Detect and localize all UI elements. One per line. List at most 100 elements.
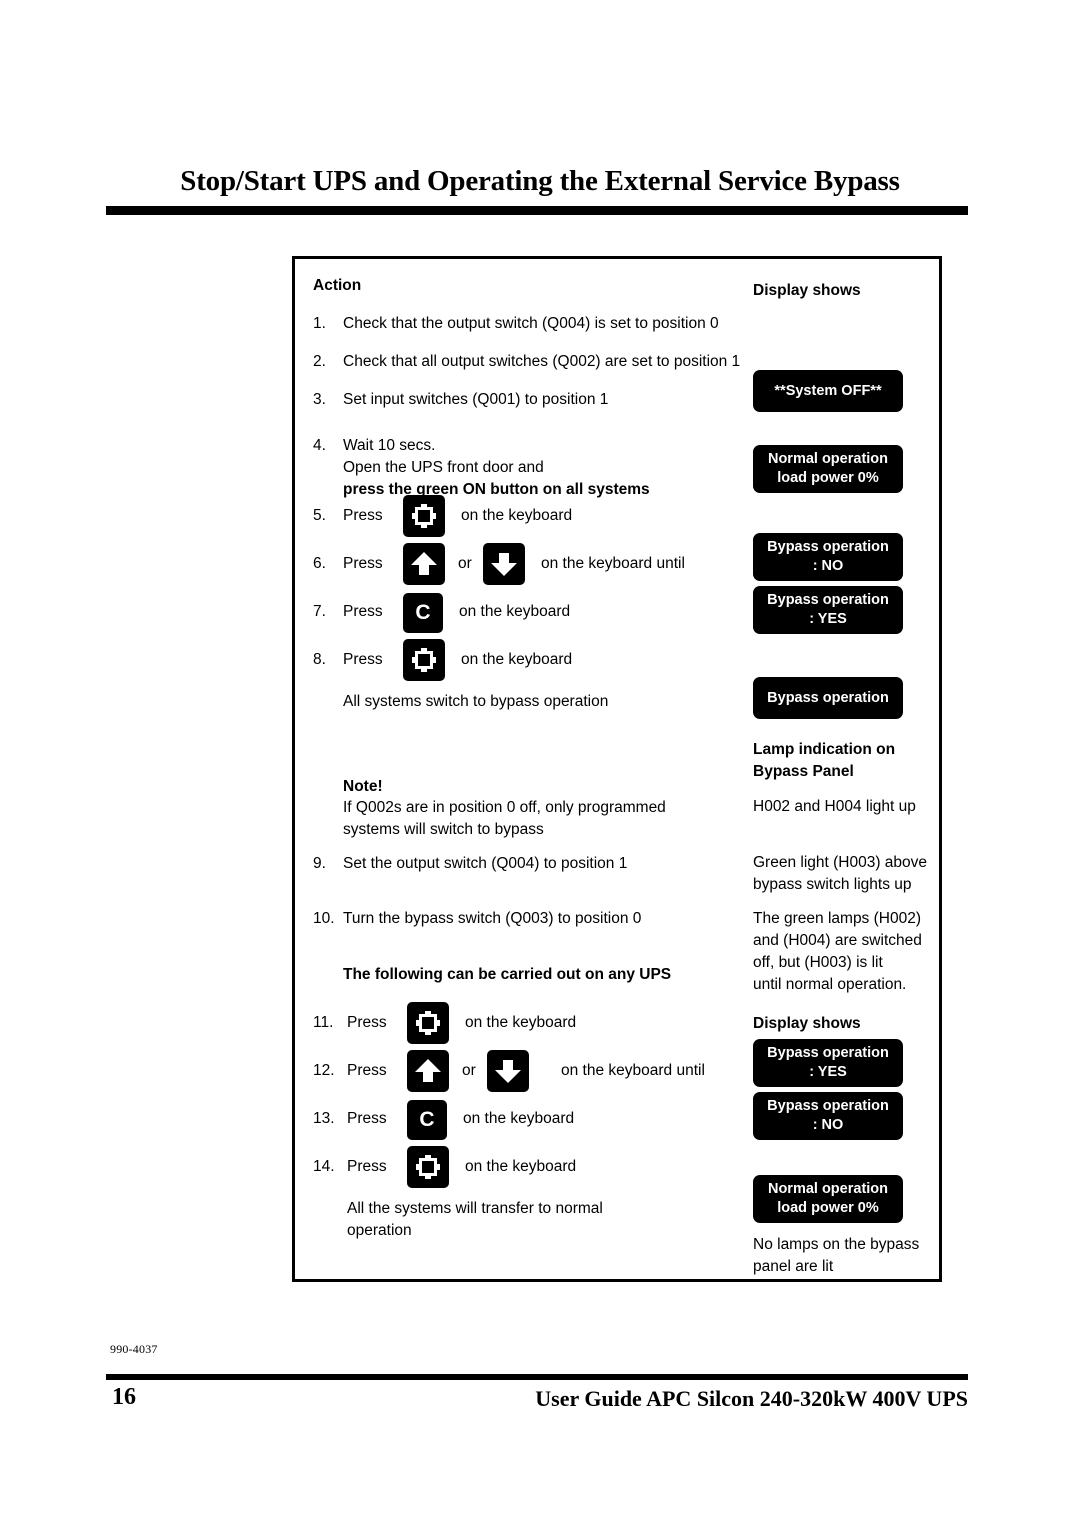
note-line-2: systems will switch to bypass bbox=[343, 821, 544, 838]
down-arrow-key-icon[interactable] bbox=[487, 1050, 529, 1092]
step-row-11: 11. Press on the keyboard bbox=[313, 1002, 733, 1046]
press-label: Press bbox=[343, 651, 383, 668]
down-arrow-glyph bbox=[491, 552, 517, 576]
frame-key-icon[interactable] bbox=[407, 1146, 449, 1188]
keyboard-suffix: on the keyboard until bbox=[541, 555, 685, 572]
display-box-bypass-yes-1: Bypass operation : YES bbox=[753, 586, 903, 634]
c-key-icon[interactable]: C bbox=[407, 1100, 447, 1140]
page-number: 16 bbox=[112, 1384, 136, 1410]
step-number: 14. bbox=[313, 1158, 335, 1175]
display-column-header: Display shows bbox=[753, 282, 861, 299]
note-body: If Q002s are in position 0 off, only pro… bbox=[343, 797, 666, 841]
keyboard-suffix: on the keyboard bbox=[465, 1014, 577, 1031]
press-label: Press bbox=[347, 1062, 387, 1079]
step-number: 7. bbox=[313, 603, 326, 620]
frame-key-icon[interactable] bbox=[407, 1002, 449, 1044]
display-text-line-1: Bypass operation bbox=[767, 1098, 889, 1114]
step-row-14: 14. Press on the keyboard bbox=[313, 1146, 733, 1190]
footer-rule bbox=[106, 1374, 968, 1380]
press-label: Press bbox=[343, 603, 383, 620]
press-label: Press bbox=[347, 1014, 387, 1031]
final-note: All the systems will transfer to normal … bbox=[347, 1198, 603, 1242]
display-box-normal-operation-2: Normal operation load power 0% bbox=[753, 1175, 903, 1223]
display-box-bypass-yes-2: Bypass operation : YES bbox=[753, 1039, 903, 1087]
page-title: Stop/Start UPS and Operating the Externa… bbox=[180, 165, 900, 197]
step-row-6: 6. Press or on the keyboard until bbox=[313, 543, 733, 587]
step-row-13: 13. Press C on the keyboard bbox=[313, 1098, 733, 1142]
frame-glyph bbox=[412, 648, 436, 672]
up-arrow-glyph bbox=[411, 552, 437, 576]
step-text-line-2: Open the UPS front door and bbox=[343, 459, 544, 476]
keyboard-suffix: on the keyboard bbox=[461, 507, 573, 524]
step-text-line-1: Wait 10 secs. bbox=[343, 437, 436, 454]
step-number: 11. bbox=[313, 1014, 334, 1031]
c-key-icon[interactable]: C bbox=[403, 593, 443, 633]
step-number: 10. bbox=[313, 910, 335, 927]
step-number: 4. bbox=[313, 437, 326, 454]
lamp-note-line-2: panel are lit bbox=[753, 1258, 834, 1275]
step-number: 9. bbox=[313, 855, 326, 872]
step-row-12: 12. Press or on the keyboard until bbox=[313, 1050, 733, 1094]
display-text: Bypass operation bbox=[767, 689, 889, 706]
press-label: Press bbox=[343, 507, 383, 524]
frame-key-icon[interactable] bbox=[403, 639, 445, 681]
display-text-line-1: Bypass operation bbox=[767, 539, 889, 555]
display-box-normal-operation-1: Normal operation load power 0% bbox=[753, 445, 903, 493]
step-number: 1. bbox=[313, 315, 326, 332]
frame-glyph bbox=[416, 1155, 440, 1179]
or-label: or bbox=[462, 1062, 476, 1079]
keyboard-suffix: on the keyboard bbox=[463, 1110, 575, 1127]
down-arrow-key-icon[interactable] bbox=[483, 543, 525, 585]
down-arrow-glyph bbox=[495, 1059, 521, 1083]
display-column: Display shows **System OFF** Normal oper… bbox=[753, 259, 941, 1279]
action-column-header: Action bbox=[313, 277, 362, 294]
step-number: 5. bbox=[313, 507, 326, 524]
display-text-line-2: : YES bbox=[809, 611, 847, 627]
frame-key-icon[interactable] bbox=[403, 495, 445, 537]
step-number: 2. bbox=[313, 353, 326, 370]
display-text-line-1: Bypass operation bbox=[767, 1045, 889, 1061]
note-heading: Note! bbox=[343, 778, 383, 795]
frame-glyph bbox=[416, 1011, 440, 1035]
step-number: 6. bbox=[313, 555, 326, 572]
lamp-note-line-1: Green light (H003) above bbox=[753, 854, 928, 871]
any-ups-heading: The following can be carried out on any … bbox=[343, 966, 672, 983]
keyboard-suffix: on the keyboard bbox=[459, 603, 571, 620]
step-number: 12. bbox=[313, 1062, 335, 1079]
lamp-header-line-1: Lamp indication on bbox=[753, 741, 896, 758]
lamp-note-switched-off: The green lamps (H002) and (H004) are sw… bbox=[753, 908, 922, 996]
or-label: or bbox=[458, 555, 472, 572]
step-text: Set input switches (Q001) to position 1 bbox=[343, 391, 609, 408]
document-code: 990-4037 bbox=[110, 1342, 158, 1356]
c-key-label: C bbox=[415, 601, 431, 624]
step-row-5: 5. Press on the keyboard bbox=[313, 495, 733, 539]
step-number: 3. bbox=[313, 391, 326, 408]
up-arrow-key-icon[interactable] bbox=[407, 1050, 449, 1092]
final-note-line-2: operation bbox=[347, 1222, 412, 1239]
lamp-note-line-4: until normal operation. bbox=[753, 976, 907, 993]
up-arrow-key-icon[interactable] bbox=[403, 543, 445, 585]
step-text: Check that the output switch (Q004) is s… bbox=[343, 315, 719, 332]
lamp-note-line-3: off, but (H003) is lit bbox=[753, 954, 883, 971]
display-text-line-2: : NO bbox=[812, 1117, 844, 1133]
step-row-8: 8. Press on the keyboard bbox=[313, 639, 733, 683]
procedure-table: Action 1. Check that the output switch (… bbox=[292, 256, 942, 1282]
keyboard-suffix: on the keyboard until bbox=[561, 1062, 705, 1079]
step-text: Set the output switch (Q004) to position… bbox=[343, 855, 628, 872]
lamp-note-line-1: The green lamps (H002) bbox=[753, 910, 921, 927]
footer-title: User Guide APC Silcon 240-320kW 400V UPS bbox=[535, 1386, 968, 1411]
display-column-header-2: Display shows bbox=[753, 1015, 861, 1032]
keyboard-suffix: on the keyboard bbox=[465, 1158, 577, 1175]
lamp-note-h002-h004: H002 and H004 light up bbox=[753, 798, 916, 815]
display-box-system-off: **System OFF** bbox=[753, 370, 903, 412]
display-text-line-1: Normal operation bbox=[767, 451, 889, 467]
step-text: Check that all output switches (Q002) ar… bbox=[343, 353, 741, 370]
display-text-line-2: : YES bbox=[809, 1064, 847, 1080]
lamp-note-line-2: and (H004) are switched bbox=[753, 932, 922, 949]
keyboard-suffix: on the keyboard bbox=[461, 651, 573, 668]
frame-glyph bbox=[412, 504, 436, 528]
display-box-bypass-operation: Bypass operation bbox=[753, 677, 903, 719]
step-4-line-2: Open the UPS front door and bbox=[343, 457, 544, 479]
up-arrow-glyph bbox=[415, 1059, 441, 1083]
display-box-bypass-no-1: Bypass operation : NO bbox=[753, 533, 903, 581]
